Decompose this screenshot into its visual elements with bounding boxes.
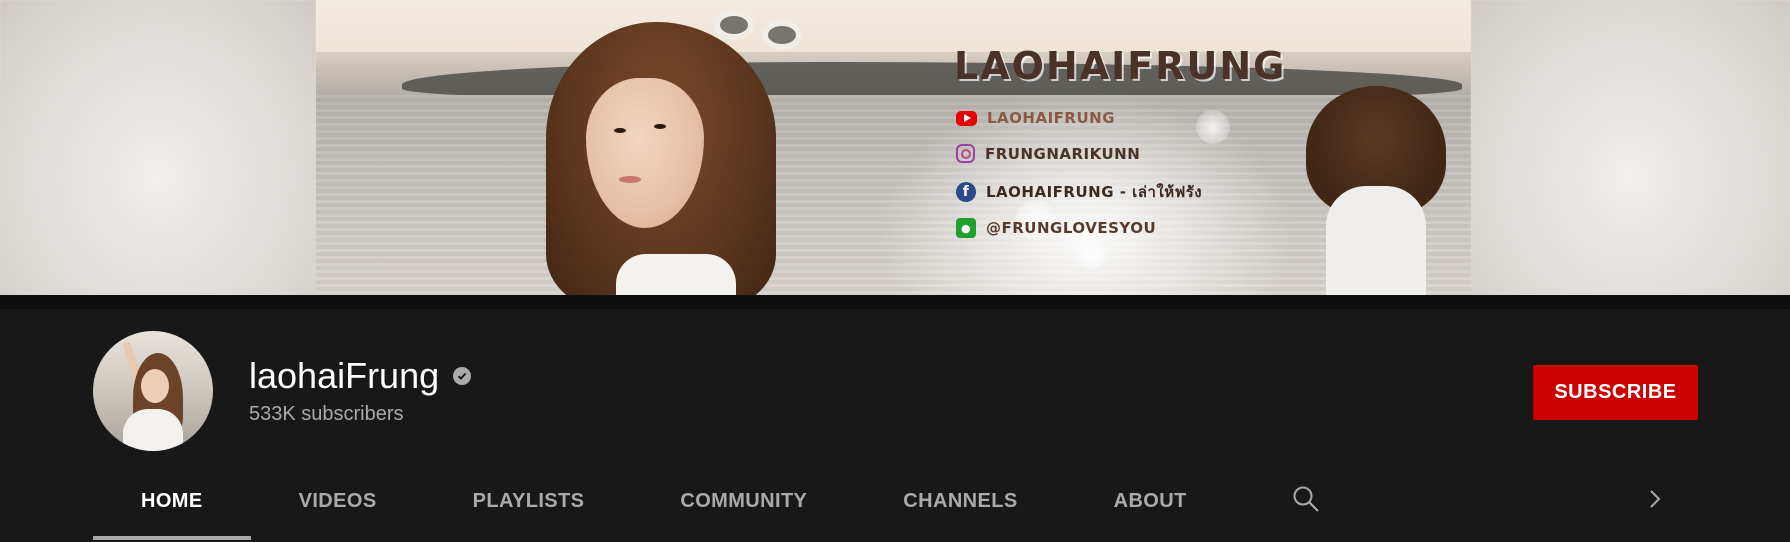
banner-sparkle bbox=[1196, 110, 1230, 144]
line-icon: ● bbox=[956, 218, 976, 238]
tab-playlists[interactable]: PLAYLISTS bbox=[425, 461, 633, 541]
banner-social-line: ● @FRUNGLOVESYOU bbox=[956, 218, 1156, 238]
tab-videos[interactable]: VIDEOS bbox=[251, 461, 425, 541]
channel-banner: LAOHAIFRUNG LAOHAIFRUNG FRUNGNARIKUNN f … bbox=[0, 0, 1790, 295]
subscribe-button[interactable]: SUBSCRIBE bbox=[1533, 365, 1698, 420]
banner-social-text: FRUNGNARIKUNN bbox=[985, 144, 1141, 163]
banner-social-facebook: f LAOHAIFRUNG - เล่าให้ฟรัง bbox=[956, 180, 1202, 204]
tab-about[interactable]: ABOUT bbox=[1066, 461, 1235, 541]
channel-name: laohaiFrung bbox=[249, 355, 440, 396]
banner-person-eye bbox=[614, 128, 626, 133]
banner-social-text: @FRUNGLOVESYOU bbox=[986, 219, 1157, 237]
banner-social-instagram: FRUNGNARIKUNN bbox=[956, 144, 1140, 163]
sunglasses-graphic bbox=[714, 6, 810, 54]
channel-name-row: laohaiFrung bbox=[249, 355, 472, 397]
banner-person-eye bbox=[654, 124, 666, 129]
channel-avatar[interactable] bbox=[93, 331, 213, 451]
facebook-icon: f bbox=[956, 182, 976, 202]
instagram-icon bbox=[956, 144, 975, 163]
chevron-right-icon[interactable] bbox=[1640, 477, 1670, 521]
tab-channels[interactable]: CHANNELS bbox=[855, 461, 1065, 541]
verified-check-icon bbox=[453, 367, 472, 385]
channel-header: laohaiFrung 533K subscribers SUBSCRIBE H… bbox=[0, 309, 1790, 542]
banner-sparkle bbox=[1076, 240, 1106, 270]
youtube-icon bbox=[956, 110, 977, 126]
tab-community[interactable]: COMMUNITY bbox=[632, 461, 855, 541]
tab-home[interactable]: HOME bbox=[93, 461, 251, 541]
banner-title: LAOHAIFRUNG bbox=[954, 44, 1287, 88]
search-icon[interactable] bbox=[1286, 477, 1326, 521]
banner-social-text: LAOHAIFRUNG bbox=[987, 109, 1116, 127]
banner-second-person bbox=[1296, 86, 1446, 295]
subscriber-count: 533K subscribers bbox=[249, 403, 404, 425]
banner-right-fill bbox=[1471, 0, 1790, 295]
banner-divider bbox=[0, 295, 1790, 309]
banner-social-youtube: LAOHAIFRUNG bbox=[956, 109, 1115, 127]
banner-left-fill bbox=[0, 0, 316, 295]
banner-person-shirt bbox=[616, 254, 736, 295]
banner-social-text: LAOHAIFRUNG - เล่าให้ฟรัง bbox=[986, 183, 1203, 201]
banner-artwork: LAOHAIFRUNG LAOHAIFRUNG FRUNGNARIKUNN f … bbox=[316, 0, 1471, 295]
channel-tabs: HOME VIDEOS PLAYLISTS COMMUNITY CHANNELS… bbox=[93, 461, 1235, 541]
banner-person-lips bbox=[619, 176, 641, 183]
